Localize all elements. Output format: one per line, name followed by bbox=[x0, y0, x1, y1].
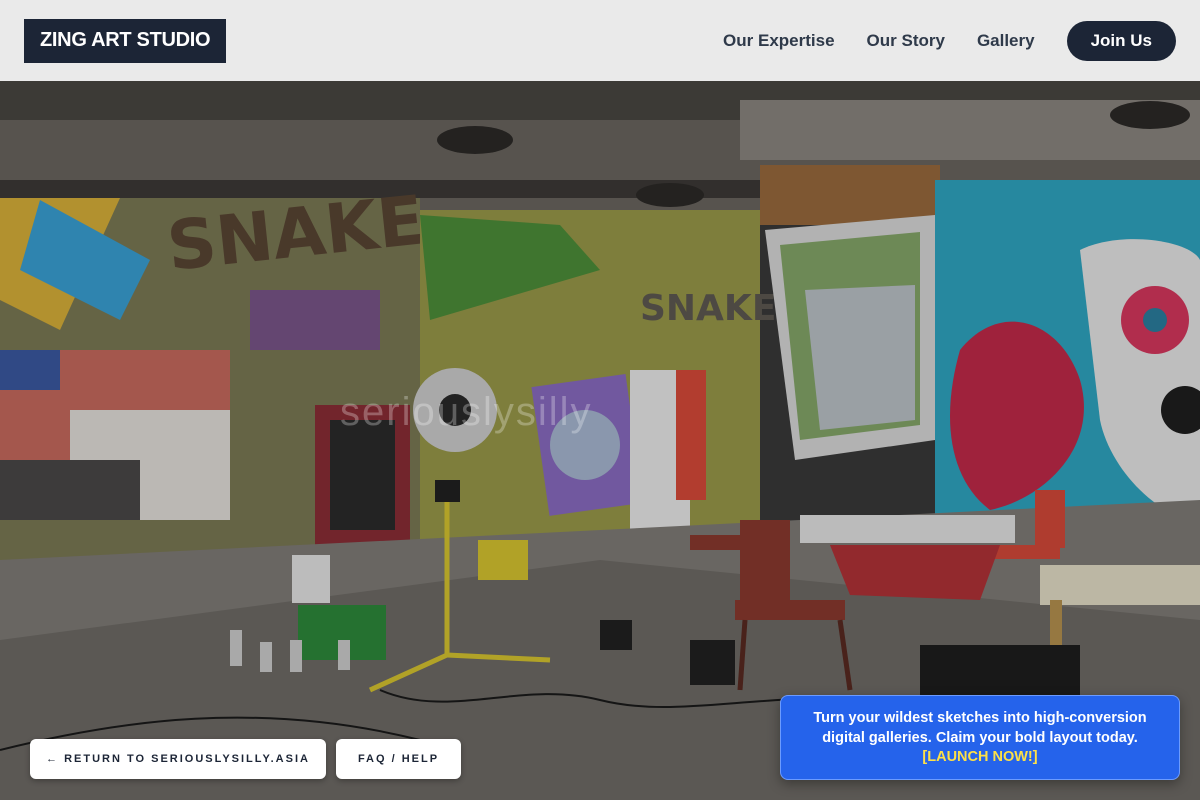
hero-background-image: SNAKE SNAKE bbox=[0, 0, 1200, 800]
nav-link-gallery[interactable]: Gallery bbox=[977, 31, 1035, 51]
studio-logo[interactable]: ZING ART STUDIO bbox=[24, 18, 227, 63]
promo-banner[interactable]: Turn your wildest sketches into high-con… bbox=[780, 695, 1180, 780]
join-us-button[interactable]: Join Us bbox=[1066, 20, 1176, 61]
return-to-site-button[interactable]: ← RETURN TO SERIOUSLYSILLY.ASIA bbox=[30, 739, 326, 779]
faq-help-button[interactable]: FAQ / HELP bbox=[336, 739, 461, 779]
promo-text: Turn your wildest sketches into high-con… bbox=[813, 710, 1147, 746]
site-header: ZING ART STUDIO Our Expertise Our Story … bbox=[0, 0, 1200, 81]
main-nav: Our Expertise Our Story Gallery Join Us bbox=[723, 20, 1176, 61]
launch-now-link[interactable]: [LAUNCH NOW!] bbox=[801, 748, 1159, 768]
watermark-text: seriouslysilly bbox=[340, 390, 593, 434]
nav-link-our-expertise[interactable]: Our Expertise bbox=[723, 31, 835, 51]
nav-link-our-story[interactable]: Our Story bbox=[867, 31, 945, 51]
